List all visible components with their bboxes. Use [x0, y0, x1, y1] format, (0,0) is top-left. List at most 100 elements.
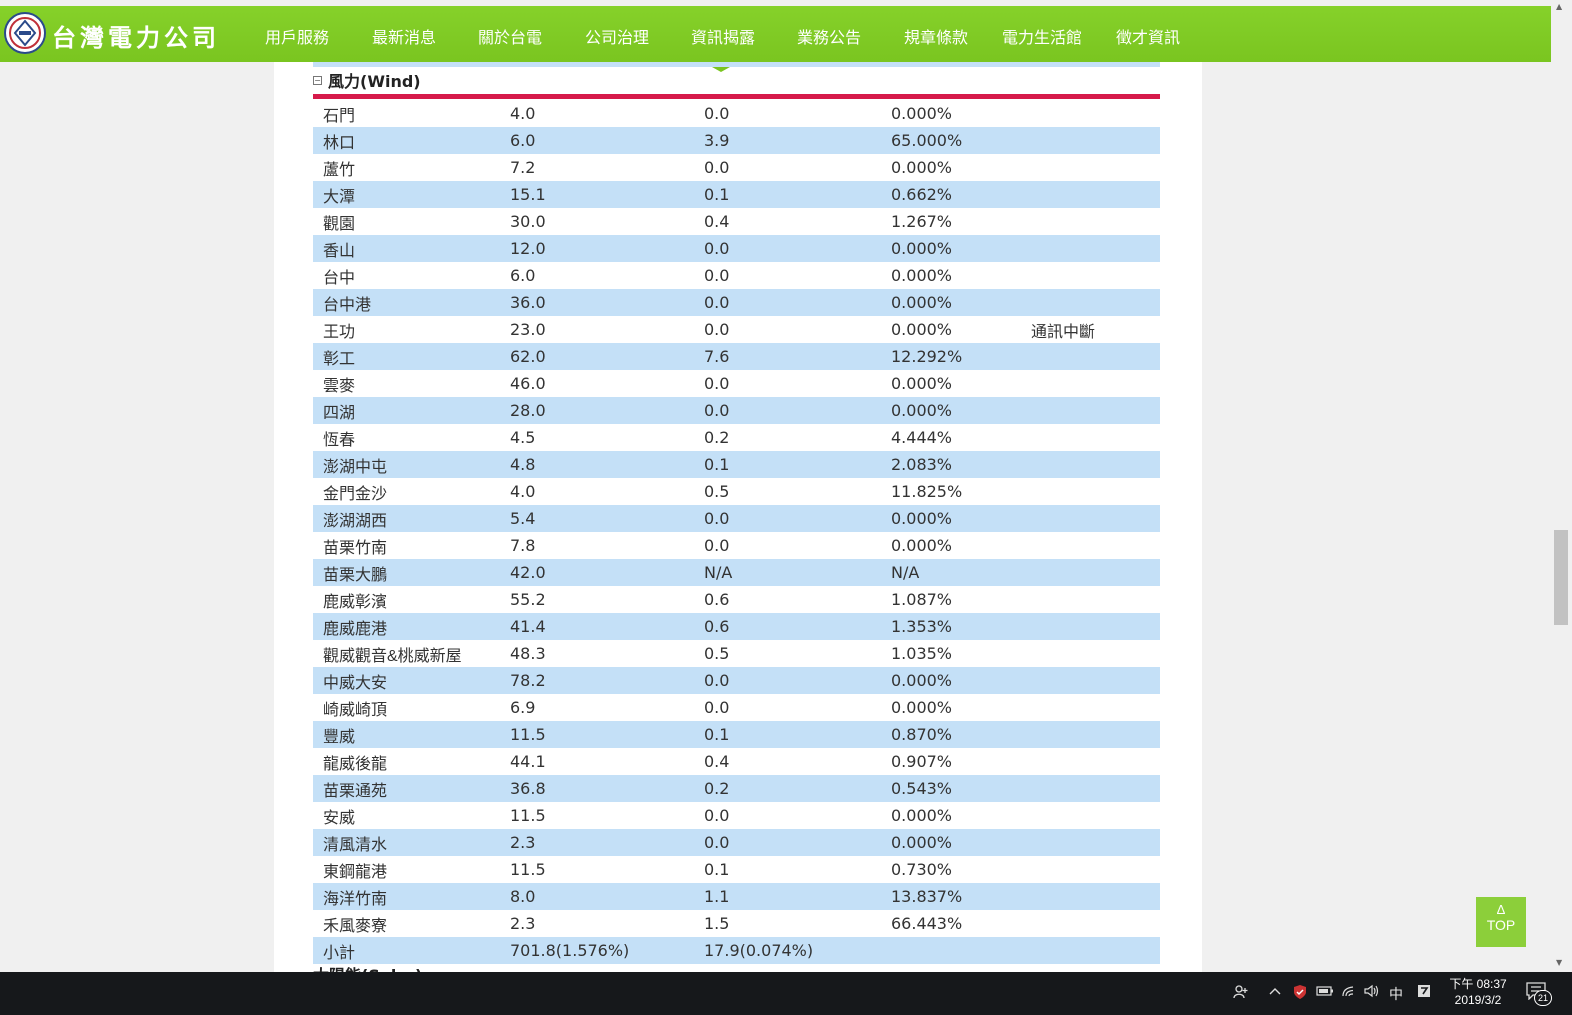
net-generation: 0.5 [704, 644, 730, 663]
remark [1031, 559, 1160, 586]
brand-name[interactable]: 台灣電力公司 [52, 18, 220, 53]
station-name: 彰工 [313, 343, 510, 370]
installed-capacity: 7.8 [510, 536, 536, 555]
wind-section-header[interactable]: − 風力(Wind) [313, 68, 421, 92]
table-row: 觀園 30.0 0.4 1.267% [313, 208, 1160, 235]
remark [1031, 748, 1160, 775]
show-hidden-icons-chevron-icon[interactable] [1268, 984, 1282, 1002]
up-arrow-icon: Δ [1496, 902, 1506, 917]
wind-generation-table: 石門 4.0 0.0 0.000% 林口 6.0 3.9 65.000% 蘆竹 7.2 0.0 0.0… [313, 100, 1160, 964]
table-row: 海洋竹南 8.0 1.1 13.837% [313, 883, 1160, 910]
installed-capacity: 36.8 [510, 775, 704, 802]
volume-icon[interactable] [1363, 984, 1381, 1002]
remark [1031, 181, 1160, 208]
table-row: 彰工 62.0 7.6 12.292% [313, 343, 1160, 370]
scroll-up-arrow-icon[interactable]: ▲ [1556, 2, 1562, 11]
capacity-utilization: 1.035% [891, 644, 953, 663]
station-name: 豐威 [313, 721, 510, 748]
station-name: 王功 [323, 323, 356, 341]
remark [1031, 775, 1160, 802]
wifi-icon[interactable] [1341, 984, 1357, 1002]
scroll-down-arrow-icon[interactable]: ▼ [1556, 958, 1562, 967]
capacity-utilization: 11.825% [891, 482, 963, 501]
nav-info-disclosure[interactable]: 資訊揭露 [691, 24, 755, 48]
taipower-logo-icon[interactable] [4, 12, 46, 54]
installed-capacity: 11.5 [510, 806, 546, 825]
ime-mode-icon[interactable] [1417, 984, 1431, 1002]
net-generation: 0.1 [704, 721, 891, 748]
page-scrollbar[interactable]: ▲ ▼ [1552, 0, 1572, 972]
capacity-utilization: 0.000% [891, 536, 953, 555]
back-to-top-button[interactable]: Δ TOP [1476, 897, 1526, 947]
nav-regulations[interactable]: 規章條款 [904, 24, 968, 48]
remark [1031, 532, 1160, 559]
net-generation: 0.5 [704, 482, 730, 501]
remark [1031, 667, 1160, 694]
table-row: 龍威後龍 44.1 0.4 0.907% [313, 748, 1160, 775]
table-row: 大潭 15.1 0.1 0.662% [313, 181, 1160, 208]
net-generation: 0.6 [704, 590, 730, 609]
table-row: 安威 11.5 0.0 0.000% [313, 802, 1160, 829]
station-name: 苗栗竹南 [323, 539, 388, 557]
nav-careers[interactable]: 徵才資訊 [1116, 24, 1180, 48]
station-name: 崎威崎頂 [323, 701, 388, 719]
capacity-utilization: 0.000% [891, 829, 1031, 856]
capacity-utilization: 0.000% [891, 289, 1031, 316]
capacity-utilization: 0.907% [891, 752, 953, 771]
installed-capacity: 42.0 [510, 559, 704, 586]
nav-about[interactable]: 關於台電 [478, 24, 542, 48]
next-section-header[interactable]: 太陽能(Solar) [313, 962, 422, 972]
table-row: 四湖 28.0 0.0 0.000% [313, 397, 1160, 424]
scroll-thumb[interactable] [1554, 530, 1568, 625]
nav-announcements[interactable]: 業務公告 [797, 24, 861, 48]
table-row: 觀威觀音&桃威新屋 48.3 0.5 1.035% [313, 640, 1160, 667]
remark [1031, 154, 1160, 181]
security-shield-icon[interactable] [1292, 984, 1308, 1004]
nav-news[interactable]: 最新消息 [372, 24, 436, 48]
station-name: 雲麥 [323, 377, 356, 395]
station-name: 四湖 [313, 397, 510, 424]
table-row: 王功 23.0 0.0 0.000% 通訊中斷 [313, 316, 1160, 343]
net-generation: 0.0 [704, 320, 730, 339]
section-divider [313, 94, 1160, 99]
station-name: 安威 [323, 809, 356, 827]
remark [1031, 937, 1160, 964]
capacity-utilization: 0.662% [891, 181, 1031, 208]
table-row: 苗栗竹南 7.8 0.0 0.000% [313, 532, 1160, 559]
subtotal-row: 小計 701.8(1.576%) 17.9(0.074%) [313, 937, 1160, 964]
collapse-toggle-icon[interactable]: − [313, 75, 322, 85]
system-clock[interactable]: 下午 08:37 2019/3/2 [1440, 976, 1516, 1008]
installed-capacity: 5.4 [510, 505, 704, 532]
table-row: 金門金沙 4.0 0.5 11.825% [313, 478, 1160, 505]
net-generation: 0.0 [704, 698, 730, 717]
battery-icon[interactable] [1316, 984, 1334, 1002]
station-name: 觀威觀音&桃威新屋 [323, 647, 462, 665]
capacity-utilization: 0.000% [891, 235, 1031, 262]
table-row: 苗栗通苑 36.8 0.2 0.543% [313, 775, 1160, 802]
station-name: 鹿威鹿港 [313, 613, 510, 640]
net-generation: 0.0 [704, 235, 891, 262]
net-generation: 7.6 [704, 343, 891, 370]
capacity-utilization: 13.837% [891, 883, 1031, 910]
net-generation: 0.1 [704, 181, 891, 208]
net-generation: 0.0 [704, 397, 891, 424]
net-generation: 0.0 [704, 374, 730, 393]
installed-capacity: 23.0 [510, 320, 546, 339]
table-row: 澎湖中屯 4.8 0.1 2.083% [313, 451, 1160, 478]
installed-capacity: 2.3 [510, 829, 704, 856]
nav-governance[interactable]: 公司治理 [585, 24, 649, 48]
remark [1031, 262, 1160, 289]
net-generation: 0.4 [704, 212, 730, 231]
capacity-utilization: 0.730% [891, 860, 953, 879]
input-method-indicator[interactable]: 中 [1389, 984, 1403, 1004]
table-row: 崎威崎頂 6.9 0.0 0.000% [313, 694, 1160, 721]
station-name: 海洋竹南 [313, 883, 510, 910]
capacity-utilization: 65.000% [891, 127, 1031, 154]
table-row: 苗栗大鵬 42.0 N/A N/A [313, 559, 1160, 586]
people-icon[interactable] [1233, 984, 1249, 1004]
nav-user-services[interactable]: 用戶服務 [265, 24, 329, 48]
remark [1031, 613, 1160, 640]
capacity-utilization: 0.870% [891, 721, 1031, 748]
remark [1031, 802, 1160, 829]
nav-power-life[interactable]: 電力生活館 [1002, 24, 1082, 48]
